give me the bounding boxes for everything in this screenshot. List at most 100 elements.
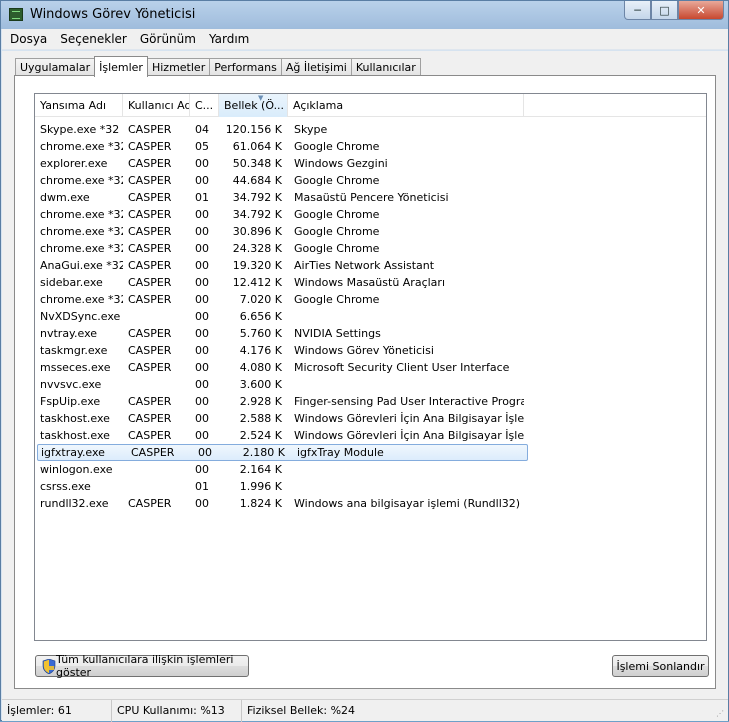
tab-performance[interactable]: Performans [209, 58, 282, 76]
process-memory: 24.328 K [232, 242, 282, 255]
process-user: CASPER [128, 157, 172, 170]
process-description: Google Chrome [294, 140, 380, 153]
process-row[interactable]: msseces.exe CASPER 00 4.080 K Microsoft Secu… [35, 359, 706, 376]
process-memory: 4.176 K [239, 344, 282, 357]
process-row[interactable]: chrome.exe *32 CASPER 05 61.064 K Google Chr… [35, 138, 706, 155]
column-memory[interactable]: ▼ Bellek (Ö... [219, 94, 288, 117]
process-list[interactable]: Yansıma Adı Kullanıcı Adı C... ▼ Bellek … [34, 93, 707, 641]
column-cpu[interactable]: C... [190, 94, 219, 117]
resize-grip-icon[interactable]: ⋰ [716, 709, 726, 719]
process-row[interactable]: chrome.exe *32 CASPER 00 24.328 K Google Chr… [35, 240, 706, 257]
process-name: FspUip.exe [40, 395, 101, 408]
process-memory: 61.064 K [232, 140, 282, 153]
process-name: chrome.exe *32 [40, 208, 123, 221]
process-row[interactable]: winlogon.exe 00 2.164 K [35, 461, 706, 478]
process-memory: 2.164 K [239, 463, 282, 476]
process-cpu: 00 [195, 259, 209, 272]
process-user: CASPER [128, 293, 172, 306]
process-cpu: 01 [195, 191, 209, 204]
process-cpu: 00 [195, 327, 209, 340]
process-description: Google Chrome [294, 293, 380, 306]
close-button[interactable]: ✕ [678, 1, 724, 20]
process-cpu: 00 [195, 174, 209, 187]
process-row[interactable]: nvtray.exe CASPER 00 5.760 K NVIDIA Settings [35, 325, 706, 342]
process-name: taskmgr.exe [40, 344, 108, 357]
process-name: explorer.exe [40, 157, 108, 170]
process-row[interactable]: csrss.exe 01 1.996 K [35, 478, 706, 495]
process-row[interactable]: FspUip.exe CASPER 00 2.928 K Finger-sensing … [35, 393, 706, 410]
process-user: CASPER [128, 174, 172, 187]
process-row[interactable]: chrome.exe *32 CASPER 00 7.020 K Google Chro… [35, 291, 706, 308]
process-name: igfxtray.exe [41, 446, 105, 459]
process-row[interactable]: explorer.exe CASPER 00 50.348 K Windows Gezg… [35, 155, 706, 172]
end-process-button[interactable]: İşlemi Sonlandır [612, 655, 709, 677]
menu-options[interactable]: Seçenekler [60, 32, 127, 46]
minimize-button[interactable]: ─ [624, 1, 651, 20]
process-row[interactable]: sidebar.exe CASPER 00 12.412 K Windows Masaü… [35, 274, 706, 291]
menu-file[interactable]: Dosya [10, 32, 47, 46]
process-name: dwm.exe [40, 191, 90, 204]
title-bar[interactable]: Windows Görev Yöneticisi ─ □ ✕ [1, 1, 728, 29]
process-row[interactable]: nvvsvc.exe 00 3.600 K [35, 376, 706, 393]
process-row[interactable]: chrome.exe *32 CASPER 00 30.896 K Google Chr… [35, 223, 706, 240]
tab-processes[interactable]: İşlemler [94, 56, 148, 77]
process-cpu: 00 [195, 429, 209, 442]
show-all-users-button[interactable]: Tüm kullanıcılara ilişkin işlemleri göst… [35, 653, 249, 679]
process-row-selected[interactable]: igfxtray.exe CASPER 00 2.180 K igfxTray Modu… [37, 444, 528, 461]
menu-view[interactable]: Görünüm [140, 32, 196, 46]
process-row[interactable]: dwm.exe CASPER 01 34.792 K Masaüstü Pencere … [35, 189, 706, 206]
process-cpu: 00 [195, 361, 209, 374]
process-row[interactable]: taskhost.exe CASPER 00 2.524 K Windows Görev… [35, 427, 706, 444]
column-image-name[interactable]: Yansıma Adı [35, 94, 123, 117]
process-memory: 44.684 K [232, 174, 282, 187]
process-memory: 30.896 K [232, 225, 282, 238]
process-description: Windows Masaüstü Araçları [294, 276, 445, 289]
process-description: Masaüstü Pencere Yöneticisi [294, 191, 449, 204]
process-user: CASPER [128, 242, 172, 255]
column-description[interactable]: Açıklama [288, 94, 524, 117]
process-row[interactable]: rundll32.exe CASPER 00 1.824 K Windows ana b… [35, 495, 706, 512]
tab-services[interactable]: Hizmetler [146, 58, 211, 76]
process-row[interactable]: taskhost.exe CASPER 00 2.588 K Windows Görev… [35, 410, 706, 427]
process-cpu: 00 [195, 412, 209, 425]
maximize-button[interactable]: □ [651, 1, 678, 20]
process-row[interactable]: Skype.exe *32 CASPER 04 120.156 K Skype [35, 121, 706, 138]
status-bar: İşlemler: 61 CPU Kullanımı: %13 Fiziksel… [2, 699, 728, 722]
process-cpu: 05 [195, 140, 209, 153]
process-name: nvtray.exe [40, 327, 98, 340]
tab-networking[interactable]: Ağ İletişimi [280, 58, 352, 76]
process-name: Skype.exe *32 [40, 123, 120, 136]
process-user: CASPER [128, 395, 172, 408]
process-row[interactable]: chrome.exe *32 CASPER 00 34.792 K Google Chr… [35, 206, 706, 223]
tab-applications[interactable]: Uygulamalar [15, 58, 96, 76]
process-name: csrss.exe [40, 480, 91, 493]
process-row[interactable]: NvXDSync.exe 00 6.656 K [35, 308, 706, 325]
process-user: CASPER [128, 123, 172, 136]
process-row[interactable]: chrome.exe *32 CASPER 00 44.684 K Google Chr… [35, 172, 706, 189]
window-title: Windows Görev Yöneticisi [30, 7, 196, 22]
process-memory: 4.080 K [239, 361, 282, 374]
process-name: chrome.exe *32 [40, 174, 123, 187]
column-memory-label: Bellek (Ö... [224, 99, 285, 112]
process-memory: 50.348 K [232, 157, 282, 170]
process-row[interactable]: AnaGui.exe *32 CASPER 00 19.320 K AirTies Ne… [35, 257, 706, 274]
tab-users[interactable]: Kullanıcılar [350, 58, 421, 76]
process-description: NVIDIA Settings [294, 327, 381, 340]
process-row[interactable]: taskmgr.exe CASPER 00 4.176 K Windows Görev … [35, 342, 706, 359]
process-cpu: 00 [195, 276, 209, 289]
process-rows: Skype.exe *32 CASPER 04 120.156 K Skype chrom… [35, 121, 706, 512]
process-description: Google Chrome [294, 208, 380, 221]
status-physical-memory: Fiziksel Bellek: %24 [247, 704, 356, 717]
process-user: CASPER [128, 497, 172, 510]
process-user: CASPER [128, 225, 172, 238]
process-memory: 6.656 K [239, 310, 282, 323]
show-all-users-label: Tüm kullanıcılara ilişkin işlemleri göst… [56, 653, 234, 679]
process-description: Google Chrome [294, 174, 380, 187]
column-user-name[interactable]: Kullanıcı Adı [123, 94, 190, 117]
process-description: Google Chrome [294, 242, 380, 255]
process-memory: 2.524 K [239, 429, 282, 442]
tab-strip: Uygulamalar İşlemler Hizmetler Performan… [15, 56, 421, 77]
menu-help[interactable]: Yardım [209, 32, 249, 46]
process-user: CASPER [128, 208, 172, 221]
process-memory: 1.996 K [239, 480, 282, 493]
